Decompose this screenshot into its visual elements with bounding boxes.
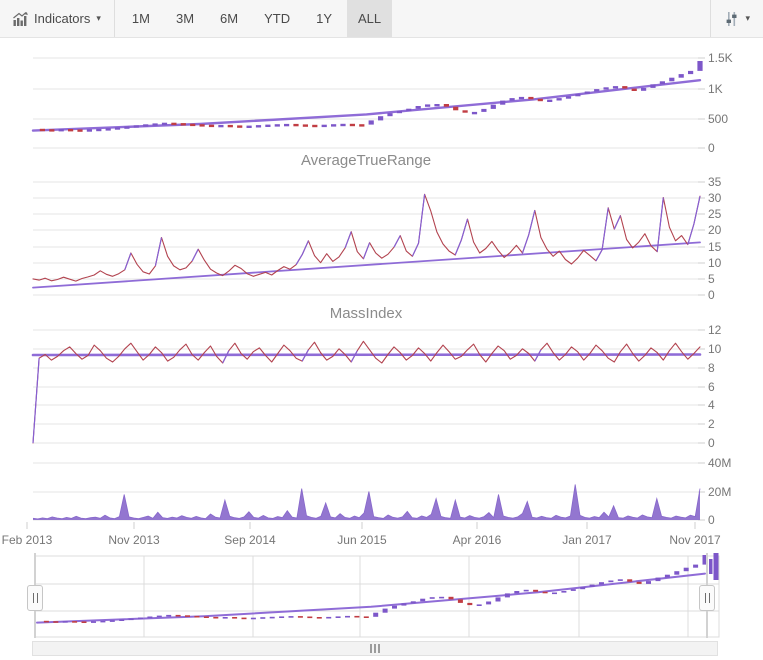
y-tick-label: 30 (708, 191, 722, 205)
indicators-button-label: Indicators (34, 11, 90, 26)
y-tick-label: 40M (708, 456, 731, 470)
navigator-scrollbar[interactable] (32, 641, 718, 656)
x-tick-label: Nov 2013 (108, 533, 160, 547)
range-button-ytd[interactable]: YTD (253, 0, 301, 37)
x-tick-label: Jun 2015 (337, 533, 387, 547)
range-button-all[interactable]: ALL (347, 0, 392, 37)
grip-bars-icon (709, 593, 710, 603)
y-tick-label: 10 (708, 342, 722, 356)
grip-bars-icon (370, 644, 372, 653)
grip-bars-icon (378, 644, 380, 653)
navigator-selection-edges[interactable] (35, 553, 707, 638)
grip-bars-icon (705, 593, 706, 603)
mass-rising-segments (33, 350, 541, 443)
y-tick-label: 6 (708, 380, 715, 394)
grip-bars-icon (33, 593, 34, 603)
mass-trendline-series (33, 355, 700, 356)
volume-area-series (33, 484, 700, 520)
chevron-down-icon: ▾ (96, 14, 101, 23)
x-tick-label: Nov 2017 (669, 533, 721, 547)
range-selector: 1M 3M 6M YTD 1Y ALL (119, 0, 394, 37)
y-tick-label: 25 (708, 207, 722, 221)
x-tick-label: Apr 2016 (453, 533, 502, 547)
atr-line-series (33, 194, 700, 281)
x-tick-label: Feb 2013 (2, 533, 53, 547)
stock-chart-plot-area[interactable]: AverageTrueRange MassIndex 1.5K 1K 500 0… (0, 38, 763, 550)
indicators-button[interactable]: Indicators ▾ (0, 0, 114, 37)
y-tick-label: 0 (708, 436, 715, 450)
range-button-3m[interactable]: 3M (165, 0, 205, 37)
chevron-down-icon: ▾ (745, 14, 750, 23)
range-button-1m[interactable]: 1M (121, 0, 161, 37)
price-trendline-series (33, 80, 700, 130)
navigator-pane[interactable] (0, 553, 763, 638)
grip-bars-icon (374, 644, 376, 653)
navigator-trendline-series (37, 574, 705, 623)
y-axis-atr: 35 30 25 20 15 10 5 0 (708, 175, 722, 302)
price-candlestick-series (40, 61, 703, 132)
y-tick-label: 4 (708, 398, 715, 412)
y-tick-label: 5 (708, 272, 715, 286)
range-button-1y[interactable]: 1Y (305, 0, 343, 37)
grid-price-pane (33, 58, 705, 148)
navigator-candlestick-series (44, 555, 708, 623)
y-tick-label: 0 (708, 288, 715, 302)
y-tick-label: 35 (708, 175, 722, 189)
x-axis: Feb 2013 Nov 2013 Sep 2014 Jun 2015 Apr … (2, 533, 721, 547)
y-axis-volume: 40M 20M 0 (708, 456, 731, 527)
y-axis-mass: 12 10 8 6 4 2 0 (708, 323, 722, 450)
y-tick-label: 20M (708, 485, 731, 499)
chart-toolbar: Indicators ▾ 1M 3M 6M YTD 1Y ALL ▾ (0, 0, 763, 38)
navigator-right-handle[interactable] (699, 585, 715, 611)
x-tick-label: Jan 2017 (562, 533, 612, 547)
y-tick-label: 10 (708, 256, 722, 270)
y-tick-label: 12 (708, 323, 722, 337)
y-tick-label: 8 (708, 361, 715, 375)
navigator-left-handle[interactable] (27, 585, 43, 611)
mass-line-series (33, 341, 700, 443)
y-tick-label: 20 (708, 223, 722, 237)
y-tick-label: 500 (708, 112, 728, 126)
y-tick-label: 2 (708, 417, 715, 431)
atr-rising-segments (125, 194, 700, 269)
range-button-6m[interactable]: 6M (209, 0, 249, 37)
grip-bars-icon (37, 593, 38, 603)
navigator-tail-series (709, 553, 719, 580)
toolbar-spacer (394, 0, 710, 37)
pane-title-mass-index: MassIndex (330, 305, 403, 322)
y-tick-label: 0 (708, 513, 715, 527)
sliders-icon (724, 11, 739, 27)
navigator-grid (35, 556, 719, 637)
y-tick-label: 15 (708, 240, 722, 254)
y-axis-price: 1.5K 1K 500 0 (708, 51, 733, 155)
toolbar-separator (114, 0, 115, 37)
x-tick-label: Sep 2014 (224, 533, 276, 547)
y-tick-label: 1.5K (708, 51, 733, 65)
pane-title-average-true-range: AverageTrueRange (301, 152, 431, 169)
chart-columns-icon (13, 12, 28, 26)
y-tick-label: 0 (708, 141, 715, 155)
y-tick-label: 1K (708, 82, 723, 96)
chart-properties-button[interactable]: ▾ (711, 0, 763, 37)
